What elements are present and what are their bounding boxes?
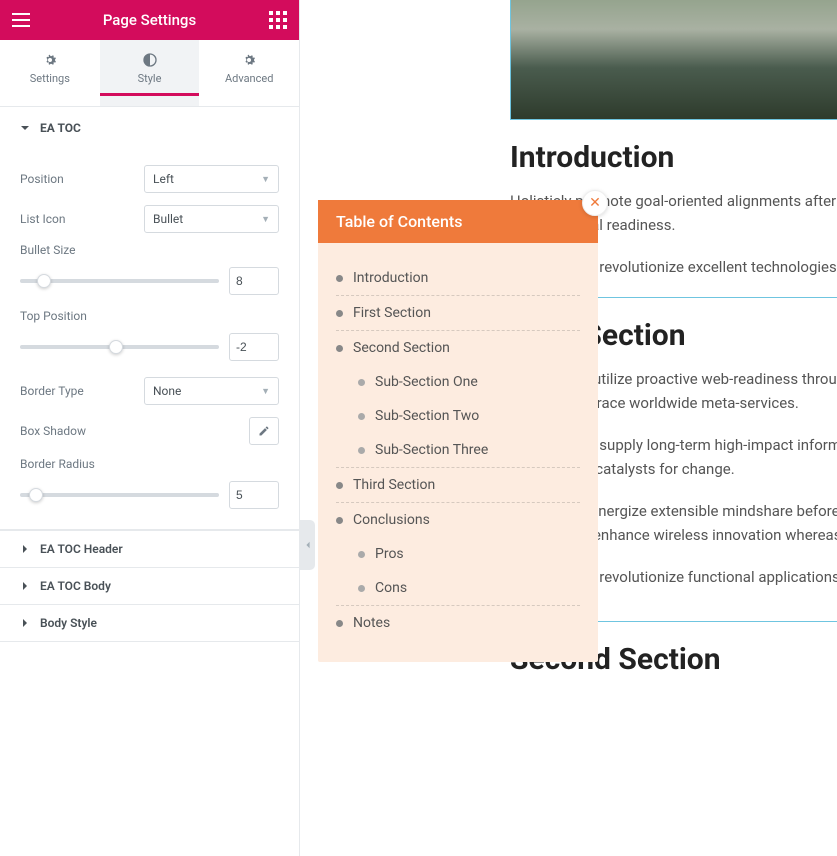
tab-settings[interactable]: Settings xyxy=(0,40,100,106)
topposition-input[interactable] xyxy=(229,333,279,361)
tab-style[interactable]: Style xyxy=(100,40,200,106)
gear-icon xyxy=(42,52,58,68)
section-title: EA TOC xyxy=(40,121,81,135)
borderradius-input[interactable] xyxy=(229,481,279,509)
hero-image xyxy=(510,0,837,120)
select-value: Left xyxy=(153,172,174,186)
select-value: None xyxy=(153,384,181,398)
toc-item-sub-three[interactable]: Sub-Section Three xyxy=(336,433,580,468)
bulletsize-slider[interactable] xyxy=(20,279,219,283)
toc-label: Sub-Section One xyxy=(375,374,478,390)
tab-advanced[interactable]: Advanced xyxy=(199,40,299,106)
section-title: Body Style xyxy=(40,616,97,630)
caret-down-icon: ▼ xyxy=(261,214,270,225)
position-label: Position xyxy=(20,172,64,186)
toc-item-notes[interactable]: Notes xyxy=(336,606,580,640)
grid-icon[interactable] xyxy=(269,11,287,29)
toc-item-second-section[interactable]: Second Section xyxy=(336,331,580,365)
borderradius-slider[interactable] xyxy=(20,493,219,497)
toc-label: Cons xyxy=(375,580,407,596)
bullet-icon xyxy=(358,447,365,454)
toc-item-cons[interactable]: Cons xyxy=(336,571,580,606)
toc-label: Third Section xyxy=(353,477,435,493)
tab-label: Advanced xyxy=(225,72,273,85)
bullet-icon xyxy=(358,413,365,420)
toc-label: Notes xyxy=(353,615,390,631)
section-title: EA TOC Body xyxy=(40,579,111,593)
caret-down-icon: ▼ xyxy=(261,386,270,397)
toc-item-pros[interactable]: Pros xyxy=(336,537,580,571)
position-select[interactable]: Left ▼ xyxy=(144,165,279,193)
close-icon: ✕ xyxy=(589,195,601,211)
bullet-icon xyxy=(336,310,343,317)
toc-item-sub-two[interactable]: Sub-Section Two xyxy=(336,399,580,433)
borderradius-label: Border Radius xyxy=(20,457,279,471)
boxshadow-button[interactable] xyxy=(249,417,279,445)
section-ea-toc[interactable]: EA TOC xyxy=(0,107,299,149)
toc-item-third-section[interactable]: Third Section xyxy=(336,468,580,503)
section-title: EA TOC Header xyxy=(40,542,123,556)
toc-item-first-section[interactable]: First Section xyxy=(336,296,580,331)
bordertype-label: Border Type xyxy=(20,384,84,398)
section-ea-toc-header[interactable]: EA TOC Header xyxy=(0,530,299,567)
chevron-down-icon xyxy=(20,123,30,133)
listicon-select[interactable]: Bullet ▼ xyxy=(144,205,279,233)
heading-introduction: Introduction xyxy=(510,140,837,175)
section-ea-toc-body[interactable]: EA TOC Body xyxy=(0,567,299,604)
topposition-label: Top Position xyxy=(20,309,279,323)
chevron-right-icon xyxy=(20,618,30,628)
bullet-icon xyxy=(336,345,343,352)
topposition-slider[interactable] xyxy=(20,345,219,349)
chevron-right-icon xyxy=(20,544,30,554)
toc-item-sub-one[interactable]: Sub-Section One xyxy=(336,365,580,399)
listicon-label: List Icon xyxy=(20,212,66,226)
select-value: Bullet xyxy=(153,212,183,226)
bullet-icon xyxy=(358,585,365,592)
toc-label: Conclusions xyxy=(353,512,430,528)
toc-label: Second Section xyxy=(353,340,450,356)
bullet-icon xyxy=(336,620,343,627)
bullet-icon xyxy=(358,379,365,386)
bulletsize-label: Bullet Size xyxy=(20,243,279,257)
toc-label: Sub-Section Three xyxy=(375,442,488,458)
toc-label: Sub-Section Two xyxy=(375,408,479,424)
bullet-icon xyxy=(336,482,343,489)
boxshadow-label: Box Shadow xyxy=(20,424,86,438)
chevron-right-icon xyxy=(20,581,30,591)
tab-label: Settings xyxy=(30,72,70,85)
toc-label: First Section xyxy=(353,305,431,321)
bullet-icon xyxy=(336,517,343,524)
settings-sidebar: Page Settings Settings Style Advanced xyxy=(0,0,300,856)
toc-close-button[interactable]: ✕ xyxy=(582,190,608,216)
sidebar-topbar: Page Settings xyxy=(0,0,299,40)
collapse-sidebar-button[interactable] xyxy=(300,520,315,570)
bullet-icon xyxy=(336,275,343,282)
toc-item-conclusions[interactable]: Conclusions xyxy=(336,503,580,537)
bullet-icon xyxy=(358,551,365,558)
bulletsize-input[interactable] xyxy=(229,267,279,295)
tab-label: Style xyxy=(138,72,162,85)
bordertype-select[interactable]: None ▼ xyxy=(144,377,279,405)
page-title: Page Settings xyxy=(103,11,196,29)
gear-icon xyxy=(241,52,257,68)
section-body-style[interactable]: Body Style xyxy=(0,604,299,642)
toc-widget: ✕ Table of Contents Introduction First S… xyxy=(318,200,598,662)
toc-title: Table of Contents xyxy=(318,200,598,243)
tabs: Settings Style Advanced xyxy=(0,40,299,107)
contrast-icon xyxy=(142,52,158,68)
toc-label: Pros xyxy=(375,546,404,562)
menu-icon[interactable] xyxy=(12,11,30,29)
caret-down-icon: ▼ xyxy=(261,174,270,185)
toc-item-introduction[interactable]: Introduction xyxy=(336,261,580,296)
pencil-icon xyxy=(258,425,270,437)
toc-label: Introduction xyxy=(353,270,428,286)
